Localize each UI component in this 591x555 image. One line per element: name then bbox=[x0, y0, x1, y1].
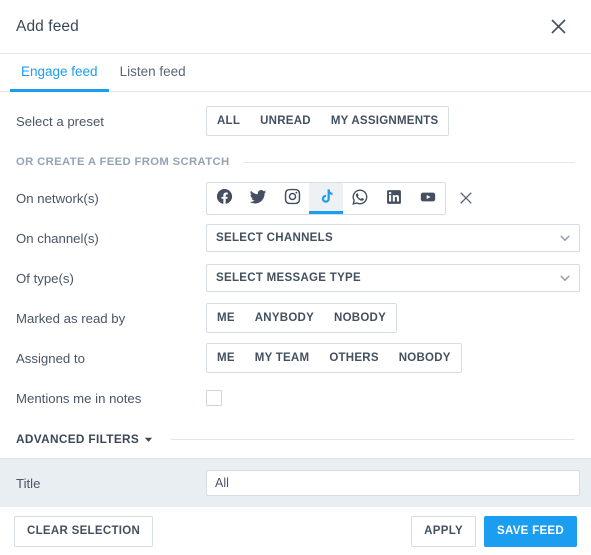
tab-engage-feed-label: Engage feed bbox=[21, 64, 98, 79]
assigned-to-row: Assigned to ME MY TEAM OTHERS NOBODY bbox=[0, 338, 591, 378]
chevron-down-icon bbox=[559, 232, 571, 244]
title-label: Title bbox=[16, 475, 41, 491]
assigned-to-option-nobody[interactable]: NOBODY bbox=[389, 344, 461, 372]
network-tiktok[interactable] bbox=[309, 182, 343, 214]
preset-option-my-assignments[interactable]: MY ASSIGNMENTS bbox=[321, 107, 449, 135]
channels-label: On channel(s) bbox=[16, 230, 99, 246]
dialog-body: Select a preset ALL UNREAD MY ASSIGNMENT… bbox=[0, 92, 591, 507]
apply-button[interactable]: APPLY bbox=[411, 515, 476, 547]
title-input[interactable] bbox=[206, 470, 580, 496]
instagram-icon bbox=[284, 188, 301, 205]
read-by-option-anybody[interactable]: ANYBODY bbox=[245, 304, 324, 332]
clear-selection-button[interactable]: CLEAR SELECTION bbox=[14, 515, 154, 547]
twitter-icon bbox=[249, 188, 267, 206]
channels-select[interactable]: SELECT CHANNELS bbox=[206, 224, 580, 252]
linkedin-icon bbox=[386, 189, 402, 205]
preset-row: Select a preset ALL UNREAD MY ASSIGNMENT… bbox=[0, 92, 591, 144]
channels-row: On channel(s) SELECT CHANNELS bbox=[0, 218, 591, 258]
chevron-down-icon bbox=[559, 272, 571, 284]
assigned-to-option-my-team[interactable]: MY TEAM bbox=[245, 344, 320, 372]
message-type-select[interactable]: SELECT MESSAGE TYPE bbox=[206, 264, 580, 292]
scratch-divider: OR CREATE A FEED FROM SCRATCH bbox=[0, 144, 591, 178]
advanced-filters-label: ADVANCED FILTERS bbox=[16, 432, 140, 446]
add-feed-dialog: Add feed Engage feed Listen feed Select … bbox=[0, 0, 591, 555]
network-whatsapp[interactable] bbox=[343, 183, 377, 214]
close-icon[interactable] bbox=[545, 14, 571, 40]
network-facebook[interactable] bbox=[207, 183, 241, 214]
channels-select-value: SELECT CHANNELS bbox=[216, 232, 333, 244]
types-label: Of type(s) bbox=[16, 270, 74, 286]
tiktok-icon bbox=[318, 188, 335, 205]
divider-line bbox=[171, 438, 575, 440]
read-by-button-group: ME ANYBODY NOBODY bbox=[206, 303, 397, 333]
advanced-filters-section: ADVANCED FILTERS bbox=[0, 418, 591, 458]
network-linkedin[interactable] bbox=[377, 183, 411, 214]
message-type-select-value: SELECT MESSAGE TYPE bbox=[216, 272, 362, 284]
read-by-option-nobody[interactable]: NOBODY bbox=[324, 304, 396, 332]
mentions-label: Mentions me in notes bbox=[16, 390, 142, 406]
feed-type-tabs: Engage feed Listen feed bbox=[0, 54, 591, 92]
networks-label: On network(s) bbox=[16, 190, 99, 206]
read-by-option-me[interactable]: ME bbox=[207, 304, 245, 332]
whatsapp-icon bbox=[351, 188, 369, 206]
read-by-row: Marked as read by ME ANYBODY NOBODY bbox=[0, 298, 591, 338]
tab-listen-feed-label: Listen feed bbox=[119, 64, 186, 79]
facebook-icon bbox=[216, 188, 233, 205]
networks-row: On network(s) bbox=[0, 178, 591, 218]
network-instagram[interactable] bbox=[275, 183, 309, 214]
assigned-to-option-others[interactable]: OTHERS bbox=[319, 344, 388, 372]
tab-listen-feed[interactable]: Listen feed bbox=[109, 54, 197, 92]
preset-option-unread[interactable]: UNREAD bbox=[250, 107, 321, 135]
tab-engage-feed[interactable]: Engage feed bbox=[10, 54, 109, 92]
network-twitter[interactable] bbox=[241, 183, 275, 214]
read-by-label: Marked as read by bbox=[16, 310, 126, 326]
dialog-footer: CLEAR SELECTION APPLY SAVE FEED bbox=[0, 507, 591, 555]
caret-down-icon bbox=[144, 435, 153, 444]
preset-button-group: ALL UNREAD MY ASSIGNMENTS bbox=[206, 106, 450, 136]
preset-option-all[interactable]: ALL bbox=[207, 107, 250, 135]
title-row: Title bbox=[0, 458, 591, 507]
youtube-icon bbox=[419, 188, 437, 206]
scratch-divider-label: OR CREATE A FEED FROM SCRATCH bbox=[16, 156, 230, 168]
assigned-to-button-group: ME MY TEAM OTHERS NOBODY bbox=[206, 343, 462, 373]
advanced-filters-toggle[interactable]: ADVANCED FILTERS bbox=[16, 432, 153, 446]
page-title: Add feed bbox=[16, 17, 79, 35]
network-youtube[interactable] bbox=[411, 183, 445, 214]
save-feed-button[interactable]: SAVE FEED bbox=[483, 515, 577, 547]
dialog-header: Add feed bbox=[0, 0, 591, 54]
mentions-checkbox[interactable] bbox=[206, 390, 222, 406]
assigned-to-option-me[interactable]: ME bbox=[207, 344, 245, 372]
preset-label: Select a preset bbox=[16, 113, 104, 129]
mentions-row: Mentions me in notes bbox=[0, 378, 591, 418]
network-button-group bbox=[206, 181, 446, 215]
divider-line bbox=[243, 161, 575, 163]
types-row: Of type(s) SELECT MESSAGE TYPE bbox=[0, 258, 591, 298]
clear-networks-icon[interactable] bbox=[457, 189, 475, 207]
assigned-to-label: Assigned to bbox=[16, 350, 85, 366]
